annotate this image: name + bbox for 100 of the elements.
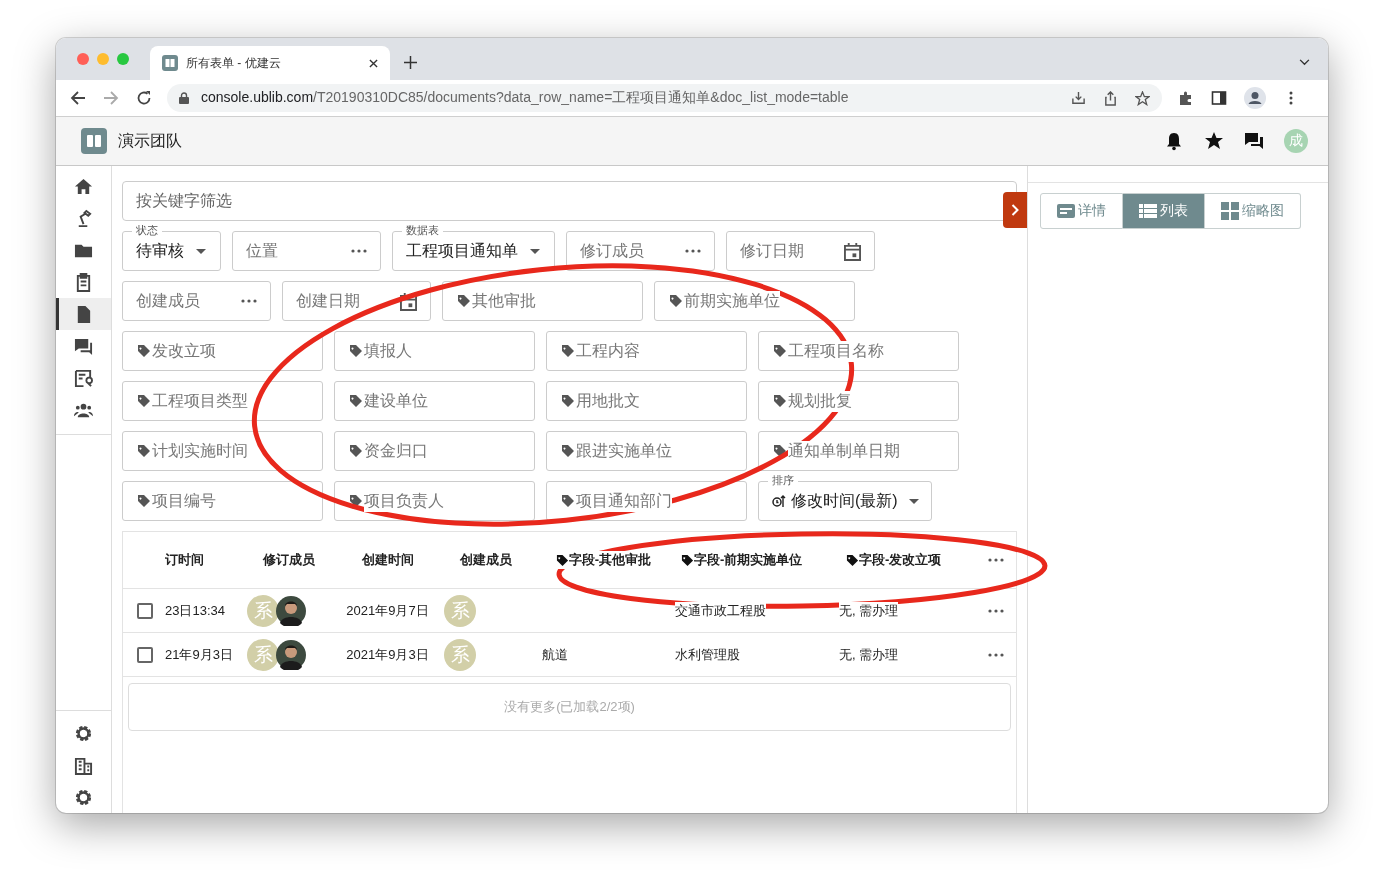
row-checkbox[interactable] xyxy=(137,602,153,619)
column-header[interactable]: 创建时间 xyxy=(361,551,414,569)
table-cell: 航道 xyxy=(542,645,568,664)
column-header[interactable]: 创建成员 xyxy=(460,551,512,569)
tag-icon xyxy=(137,394,151,408)
picker-field[interactable]: 创建成员 xyxy=(122,281,271,321)
browser-tab[interactable]: 所有表单 - 优建云 xyxy=(150,46,390,80)
more-icon xyxy=(351,249,367,253)
more-icon[interactable] xyxy=(987,608,1004,613)
picker-field[interactable]: 位置 xyxy=(232,231,381,271)
column-header[interactable]: 字段-前期实施单位 xyxy=(681,551,803,569)
bell-icon[interactable] xyxy=(1164,131,1184,151)
column-header[interactable]: 订时间 xyxy=(165,551,204,569)
tag-filter-field[interactable]: 用地批文 xyxy=(546,381,747,421)
download-icon[interactable] xyxy=(1071,90,1086,106)
table-cell: 21年9月3日 xyxy=(165,645,233,664)
chevron-down-icon[interactable] xyxy=(1299,59,1310,66)
tag-filter-field[interactable]: 其他审批 xyxy=(442,281,643,321)
team-name: 演示团队 xyxy=(118,130,182,151)
tag-icon xyxy=(137,494,151,508)
tag-icon xyxy=(561,494,575,508)
field-label: 状态 xyxy=(132,223,162,237)
view-mode-tab[interactable]: 列表 xyxy=(1123,193,1205,229)
tag-filter-field[interactable]: 填报人 xyxy=(334,331,535,371)
column-header[interactable]: 字段-其他审批 xyxy=(555,551,651,569)
search-field[interactable]: 按关键字筛选 xyxy=(122,181,1017,221)
member-avatar: 系 xyxy=(444,594,476,627)
row-checkbox[interactable] xyxy=(137,646,153,663)
load-status-text: 没有更多(已加载2/2项) xyxy=(504,698,635,716)
building-icon xyxy=(74,755,93,775)
tag-icon xyxy=(349,394,363,408)
app-logo-icon xyxy=(81,128,107,154)
date-field[interactable]: 创建日期 xyxy=(282,281,431,321)
tag-icon xyxy=(349,344,363,358)
field-label: 排序 xyxy=(768,473,798,487)
tag-filter-field[interactable]: 计划实施时间 xyxy=(122,431,323,471)
address-bar[interactable]: console.ublib.com/T20190310DC85/documents?data_row_name=工程项目通知单&doc_list_mode=table xyxy=(167,84,1162,112)
caret-icon xyxy=(196,248,206,254)
tag-filter-field[interactable]: 资金归口 xyxy=(334,431,535,471)
tag-icon xyxy=(561,344,575,358)
puzzle-icon[interactable] xyxy=(1178,90,1194,106)
tag-icon xyxy=(773,394,787,408)
view-mode-tab[interactable]: 详情 xyxy=(1040,193,1123,229)
tag-icon xyxy=(457,294,471,308)
chevron-right-icon xyxy=(1011,204,1019,216)
calendar-icon xyxy=(400,291,417,311)
tag-icon xyxy=(846,553,859,567)
column-header[interactable]: 修订成员 xyxy=(263,551,315,569)
member-avatar: 系 xyxy=(444,638,476,671)
clipboard-icon xyxy=(74,272,93,292)
member-avatar: 系 xyxy=(247,638,279,671)
settings-icon xyxy=(74,723,93,743)
table-cell: 水利管理股 xyxy=(675,645,740,664)
profile-icon[interactable] xyxy=(1244,87,1266,109)
table-cell: 交通市政工程股 xyxy=(675,601,766,620)
tag-filter-field[interactable]: 工程项目名称 xyxy=(758,331,959,371)
tag-icon xyxy=(561,444,575,458)
tag-filter-field[interactable]: 项目负责人 xyxy=(334,481,535,521)
tag-filter-field[interactable]: 通知单制单日期 xyxy=(758,431,959,471)
back-icon[interactable] xyxy=(70,90,86,106)
table-cell: 2021年9月7日 xyxy=(346,601,429,620)
tag-filter-field[interactable]: 前期实施单位 xyxy=(654,281,855,321)
new-tab-icon[interactable] xyxy=(404,56,417,69)
chat-icon[interactable] xyxy=(1244,131,1264,151)
view-mode-tab[interactable]: 缩略图 xyxy=(1205,193,1301,229)
collapse-button[interactable] xyxy=(1003,192,1027,228)
list-icon xyxy=(1139,202,1157,220)
sidebar-item[interactable] xyxy=(56,298,111,330)
caret-icon xyxy=(530,248,540,254)
tag-filter-field[interactable]: 发改立项 xyxy=(122,331,323,371)
share-icon[interactable] xyxy=(1103,90,1118,106)
tag-icon xyxy=(137,444,151,458)
calendar-icon xyxy=(844,241,861,261)
more-icon[interactable] xyxy=(987,558,1004,562)
star-outline-icon[interactable] xyxy=(1135,90,1150,106)
picker-field[interactable]: 修订成员 xyxy=(566,231,715,271)
date-field[interactable]: 修订日期 xyxy=(726,231,875,271)
tag-filter-field[interactable]: 项目编号 xyxy=(122,481,323,521)
tag-filter-field[interactable]: 建设单位 xyxy=(334,381,535,421)
tag-filter-field[interactable]: 工程项目类型 xyxy=(122,381,323,421)
column-header[interactable]: 字段-发改立项 xyxy=(846,551,942,569)
tag-filter-field[interactable]: 跟进实施单位 xyxy=(546,431,747,471)
tag-filter-field[interactable]: 工程内容 xyxy=(546,331,747,371)
more-icon[interactable] xyxy=(987,652,1004,657)
tag-filter-field[interactable]: 项目通知部门 xyxy=(546,481,747,521)
more-icon xyxy=(241,299,257,303)
caret-icon xyxy=(908,498,919,504)
tag-filter-field[interactable]: 规划批复 xyxy=(758,381,959,421)
tag-icon xyxy=(561,394,575,408)
app-logo-icon xyxy=(162,55,178,71)
tag-icon xyxy=(669,294,683,308)
search-doc-icon xyxy=(74,368,93,388)
star-icon[interactable] xyxy=(1204,131,1224,151)
tag-icon xyxy=(349,444,363,458)
side-panel-icon[interactable] xyxy=(1211,90,1227,106)
lock-icon xyxy=(179,92,189,104)
table-cell: 无, 需办理 xyxy=(839,601,899,620)
reload-icon[interactable] xyxy=(136,90,152,106)
table-cell: 无, 需办理 xyxy=(839,645,899,664)
close-icon[interactable] xyxy=(369,58,378,68)
